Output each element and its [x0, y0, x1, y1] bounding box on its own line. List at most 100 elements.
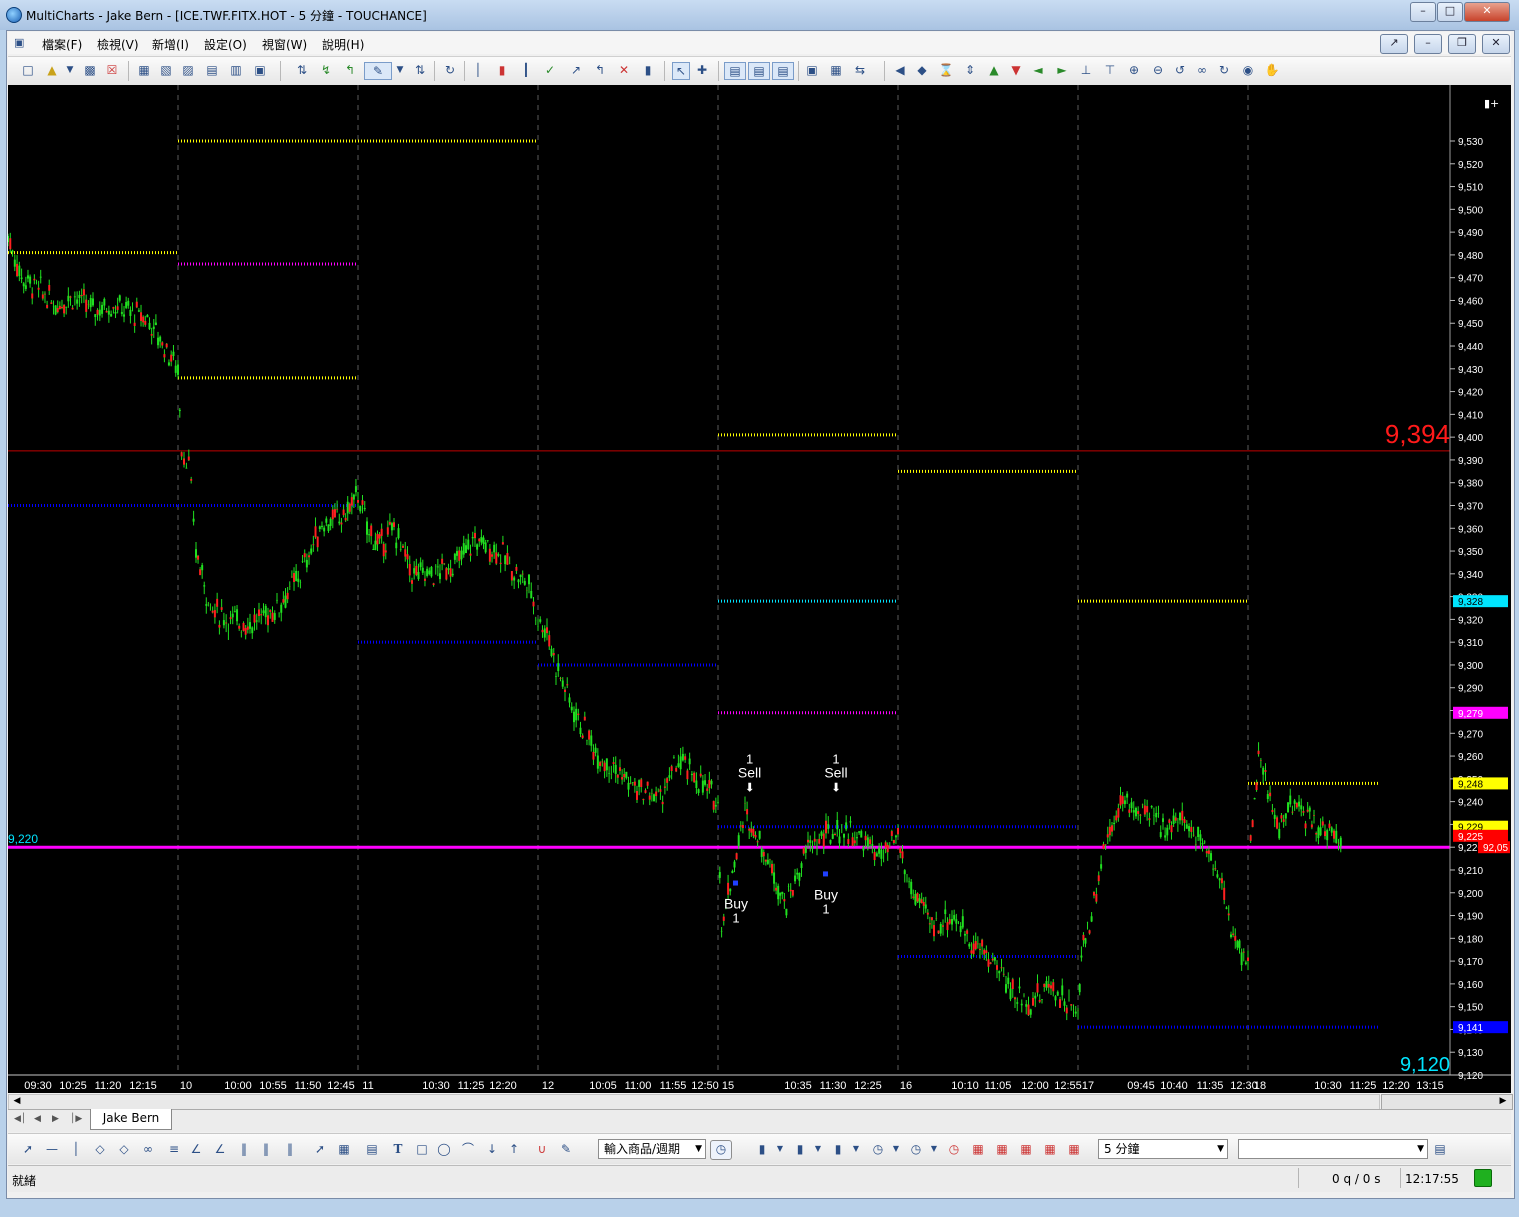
magnet-icon[interactable]: ∪ — [534, 1141, 550, 1157]
scroll-left-arrow-icon[interactable]: ◀ — [10, 1094, 24, 1108]
volume-chart-icon[interactable]: ▮ — [792, 1141, 808, 1157]
menu-file[interactable]: 檔案(F) — [42, 36, 82, 53]
menu-settings[interactable]: 設定(O) — [204, 36, 247, 53]
dom-window-icon[interactable]: ▨ — [180, 62, 196, 78]
drawing-tools-icon[interactable]: ✎ — [364, 62, 392, 80]
fibonacci-extension-icon[interactable]: ∠ — [212, 1141, 228, 1157]
hand-icon[interactable]: ✋ — [1264, 62, 1280, 78]
chart-window-icon[interactable]: ▦ — [136, 62, 152, 78]
tab-prev-icon[interactable]: ◀ — [34, 1114, 41, 1124]
link-icon[interactable]: ∞ — [1194, 62, 1210, 78]
portfolio-icon[interactable]: ▥ — [228, 62, 244, 78]
clock-icon[interactable]: ◷ — [710, 1140, 732, 1160]
template-combo[interactable]: ▼ — [1238, 1139, 1428, 1159]
parallel-lines-icon[interactable]: ◇ — [116, 1141, 132, 1157]
andrews-pitchfork-icon[interactable]: ‖ — [282, 1141, 298, 1157]
yearly-chart-icon[interactable]: ▦ — [1066, 1141, 1082, 1157]
second-dropdown-icon[interactable]: ▼ — [888, 1141, 904, 1157]
vertical-line-icon[interactable]: │ — [68, 1141, 84, 1157]
symbol-interval-combo[interactable]: 輸入商品/週期 ▼ — [598, 1139, 706, 1159]
fan-icon[interactable]: ∞ — [140, 1141, 156, 1157]
volume-bar-icon[interactable]: ▮ — [640, 62, 656, 78]
scanner-window-icon[interactable]: ▧ — [158, 62, 174, 78]
hourglass-icon[interactable]: ⌛ — [938, 62, 954, 78]
interval-combo[interactable]: 5 分鐘 ▼ — [1098, 1139, 1228, 1159]
arrow-down-icon[interactable]: ↓ — [484, 1141, 500, 1157]
compress-bars-icon[interactable]: ◆ — [914, 62, 930, 78]
strategy-performance-icon[interactable]: ⇅ — [412, 62, 428, 78]
order-tips-icon[interactable]: ▤ — [748, 62, 770, 80]
time-zones-icon[interactable]: ‖ — [236, 1141, 252, 1157]
rectangle-icon[interactable]: □ — [414, 1141, 430, 1157]
tick-chart-icon[interactable]: ▮ — [754, 1141, 770, 1157]
arrow-up-icon[interactable]: ↑ — [506, 1141, 522, 1157]
maximize-button[interactable]: □ — [1437, 2, 1463, 22]
undo-zoom-icon[interactable]: ↺ — [1172, 62, 1188, 78]
format-instrument-icon[interactable]: ⇅ — [294, 62, 310, 78]
list-icon[interactable]: ▤ — [364, 1141, 380, 1157]
tab-jake-bern[interactable]: Jake Bern — [90, 1109, 172, 1130]
second-chart-icon[interactable]: ◷ — [870, 1141, 886, 1157]
scroll-right-arrow-icon[interactable]: ▶ — [1496, 1094, 1510, 1108]
ohlc-bar-icon[interactable]: │ — [470, 62, 486, 78]
chart-scroll-thumb[interactable] — [1381, 1094, 1513, 1110]
trendline-icon[interactable]: ➚ — [20, 1141, 36, 1157]
mdi-restore-window-button[interactable]: ↗ — [1380, 34, 1408, 54]
hlc-bar-icon[interactable]: ┃ — [518, 62, 534, 78]
document-icon[interactable]: ▣ — [14, 36, 24, 49]
weekly-chart-icon[interactable]: ▦ — [994, 1141, 1010, 1157]
line-chart-icon[interactable]: ✓ — [542, 62, 558, 78]
zoom-in-icon[interactable]: ⊕ — [1126, 62, 1142, 78]
refresh-icon[interactable]: ↻ — [442, 62, 458, 78]
apply-template-icon[interactable]: ▤ — [1432, 1141, 1448, 1157]
view-icon[interactable]: ◉ — [1240, 62, 1256, 78]
range-chart-icon[interactable]: ▮ — [830, 1141, 846, 1157]
order-window-icon[interactable]: ▤ — [204, 62, 220, 78]
grid-icon[interactable]: ▦ — [336, 1141, 352, 1157]
zoom-out-icon[interactable]: ⊖ — [1150, 62, 1166, 78]
reload-icon[interactable]: ↻ — [1216, 62, 1232, 78]
menu-window[interactable]: 視窗(W) — [262, 36, 307, 53]
scroll-back-icon[interactable]: ◄ — [1030, 62, 1046, 78]
close-workspace-icon[interactable]: ☒ — [104, 62, 120, 78]
menu-view[interactable]: 檢視(V) — [97, 36, 139, 53]
ellipse-icon[interactable]: ◯ — [436, 1141, 452, 1157]
pointer-icon[interactable]: ↖ — [672, 62, 690, 80]
daily-chart-icon[interactable]: ▦ — [970, 1141, 986, 1157]
expand-vertical-icon[interactable]: ⇕ — [962, 62, 978, 78]
gann-icon[interactable]: ➚ — [312, 1141, 328, 1157]
open-folder-icon[interactable]: ▲ — [44, 62, 60, 78]
hour-chart-icon[interactable]: ◷ — [946, 1141, 962, 1157]
new-chart-icon[interactable]: □ — [20, 62, 36, 78]
fibonacci-fan-icon[interactable]: ∠ — [188, 1141, 204, 1157]
scroll-left-icon[interactable]: ◀ — [892, 62, 908, 78]
save-icon[interactable]: ▩ — [82, 62, 98, 78]
decrease-spacing-icon[interactable]: ⊤ — [1102, 62, 1118, 78]
drawing-dropdown-icon[interactable]: ▼ — [392, 62, 408, 78]
channel-icon[interactable]: ◇ — [92, 1141, 108, 1157]
increase-spacing-icon[interactable]: ⊥ — [1078, 62, 1094, 78]
sync-icon[interactable]: ⇆ — [852, 62, 868, 78]
chart-horizontal-scroll-track[interactable] — [8, 1094, 1380, 1110]
format-indicator-icon[interactable]: ↯ — [318, 62, 334, 78]
minute-dropdown-icon[interactable]: ▼ — [926, 1141, 942, 1157]
arrow-down-red-icon[interactable]: ▼ — [1008, 62, 1024, 78]
cycle-lines-icon[interactable]: ‖ — [258, 1141, 274, 1157]
scroll-forward-icon[interactable]: ► — [1054, 62, 1070, 78]
mdi-maximize-button[interactable]: ❐ — [1448, 34, 1476, 54]
kagi-icon[interactable]: ↰ — [592, 62, 608, 78]
mdi-close-button[interactable]: ✕ — [1482, 34, 1510, 54]
candlestick-icon[interactable]: ▮ — [494, 62, 510, 78]
quarterly-chart-icon[interactable]: ▦ — [1042, 1141, 1058, 1157]
screenshot-icon[interactable]: ▦ — [828, 62, 844, 78]
trade-tips-icon[interactable]: ▤ — [772, 62, 794, 80]
chart-canvas[interactable]: 9,220 1Sell⬇Buy11Sell⬇Buy1 ▮+9,5309,5209… — [8, 85, 1511, 1093]
tab-last-icon[interactable]: │▶ — [70, 1114, 82, 1124]
point-figure-icon[interactable]: ✕ — [616, 62, 632, 78]
arrow-up-green-icon[interactable]: ▲ — [986, 62, 1002, 78]
monthly-chart-icon[interactable]: ▦ — [1018, 1141, 1034, 1157]
remove-drawings-icon[interactable]: ✎ — [558, 1141, 574, 1157]
fibonacci-retracement-icon[interactable]: ≡ — [166, 1141, 182, 1157]
arc-icon[interactable]: ⌒ — [460, 1141, 476, 1157]
open-dropdown-icon[interactable]: ▼ — [62, 62, 78, 78]
